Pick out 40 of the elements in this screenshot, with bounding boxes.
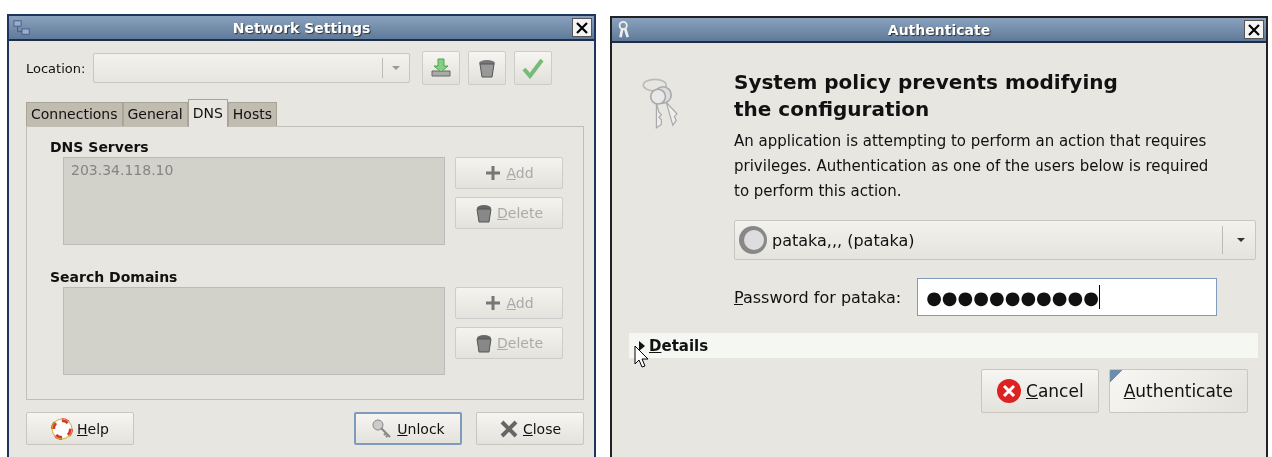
window-title: Network Settings [231, 19, 372, 36]
unlock-button[interactable]: Unlock [354, 412, 462, 445]
plus-icon [484, 164, 503, 182]
trash-icon [475, 203, 493, 223]
network-icon [13, 18, 31, 37]
section-heading: DNS Servers [50, 139, 150, 155]
section-heading: Search Domains [50, 269, 179, 285]
dropdown-arrow-icon [391, 65, 402, 71]
close-icon [498, 418, 519, 439]
tab[interactable]: DNS [187, 99, 228, 127]
tab[interactable]: Hosts [227, 102, 277, 126]
mouse-pointer-icon [634, 345, 650, 369]
dialog-message: An application is attempting to perform an action that requires privileges. Authentication as one of the users below is required to perform this action. [734, 131, 1210, 202]
location-label: Location: [26, 60, 86, 76]
window-title: Authenticate [886, 21, 992, 38]
cancel-button[interactable]: Cancel [981, 369, 1099, 413]
tab[interactable]: General [122, 102, 188, 126]
lifebuoy-icon [51, 417, 74, 440]
delete-button[interactable] [468, 51, 507, 85]
trash-icon [475, 333, 493, 353]
help-button[interactable]: Help [26, 412, 134, 445]
password-label: Password for pataka: [734, 287, 902, 307]
close-button[interactable] [572, 18, 592, 37]
avatar-icon [738, 225, 768, 255]
apply-button[interactable] [514, 51, 553, 85]
download-button[interactable] [422, 51, 461, 85]
tray-arrow-icon [430, 57, 453, 79]
authenticate-button[interactable]: Authenticate [1108, 369, 1248, 413]
expander-arrow-icon [637, 340, 647, 351]
plus-icon [484, 294, 503, 312]
close-button[interactable] [1244, 20, 1264, 39]
user-combo[interactable]: pataka,,, (pataka) [734, 220, 1256, 260]
user-name: pataka,,, (pataka) [772, 230, 916, 250]
cancel-icon [996, 378, 1022, 404]
checkmark-icon [522, 57, 545, 79]
dialog-heading: System policy prevents modifying the configuration [734, 69, 1119, 123]
close-button[interactable]: Close [476, 412, 584, 445]
tab[interactable]: Connections [26, 102, 123, 126]
password-field[interactable]: ●●●●●●●●●●● [917, 278, 1218, 316]
dropdown-arrow-icon [1235, 236, 1247, 244]
